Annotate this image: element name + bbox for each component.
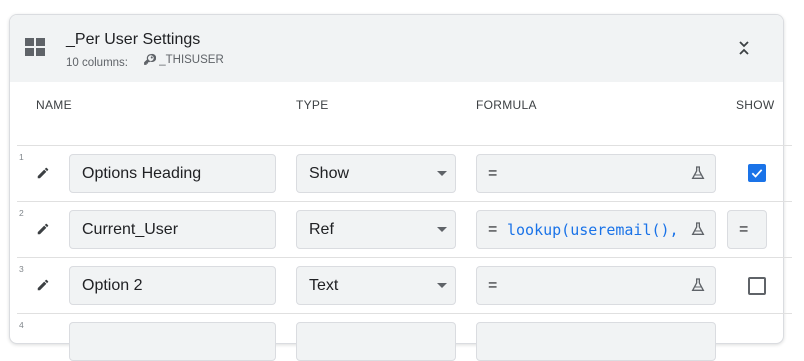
table-subtitle: 10 columns: _THISUSER xyxy=(66,53,224,70)
row-number: 1 xyxy=(19,152,24,162)
column-header-show: SHOW xyxy=(736,98,775,112)
key-icon xyxy=(144,53,157,65)
row-number: 3 xyxy=(19,264,24,274)
pencil-icon[interactable] xyxy=(36,166,50,180)
show-checkbox-checked[interactable] xyxy=(748,164,766,182)
column-type-select[interactable]: Show xyxy=(296,154,456,193)
pencil-icon[interactable] xyxy=(36,278,50,292)
column-name-input[interactable]: Current_User xyxy=(69,210,276,249)
column-name-input[interactable]: Options Heading xyxy=(69,154,276,193)
chevron-collapse-icon xyxy=(739,41,749,55)
column-type-select[interactable]: Ref xyxy=(296,210,456,249)
formula-equals: = xyxy=(488,277,498,294)
dropdown-arrow-icon xyxy=(437,283,447,288)
row-divider xyxy=(17,201,792,202)
column-type-value: Show xyxy=(309,165,350,182)
formula-equals: = xyxy=(488,165,498,182)
column-header-name: NAME xyxy=(36,98,72,112)
formula-equals: = xyxy=(488,221,498,238)
table-title: _Per User Settings xyxy=(66,31,201,48)
formula-input[interactable]: = lookup(useremail(), xyxy=(476,210,716,249)
column-type-value: Ref xyxy=(309,221,334,238)
row-number: 2 xyxy=(19,208,24,218)
formula-expression: lookup(useremail(), xyxy=(507,221,679,239)
show-checkbox-unchecked[interactable] xyxy=(748,277,766,295)
column-type-select[interactable]: Text xyxy=(296,266,456,305)
row-divider xyxy=(17,257,792,258)
table-grid-icon xyxy=(25,38,46,56)
column-header-type: TYPE xyxy=(296,98,329,112)
flask-icon[interactable] xyxy=(690,277,706,293)
column-name-input[interactable]: Option 2 xyxy=(69,266,276,305)
collapse-button[interactable] xyxy=(737,39,751,57)
dropdown-arrow-icon xyxy=(437,171,447,176)
key-column: _THISUSER xyxy=(143,53,224,66)
row-number: 4 xyxy=(19,320,24,330)
table-header[interactable]: _Per User Settings 10 columns: _THISUSER xyxy=(10,15,783,82)
show-formula-input[interactable]: = xyxy=(727,210,767,249)
formula-input[interactable]: = xyxy=(476,266,716,305)
column-header-formula: FORMULA xyxy=(476,98,537,112)
row-divider xyxy=(17,313,792,314)
formula-input[interactable]: = xyxy=(476,154,716,193)
dropdown-arrow-icon xyxy=(437,227,447,232)
flask-icon[interactable] xyxy=(690,221,706,237)
flask-icon[interactable] xyxy=(690,165,706,181)
row-divider xyxy=(17,145,792,146)
checkmark-icon xyxy=(751,169,763,178)
columns-count: 10 columns: xyxy=(66,57,129,69)
pencil-icon[interactable] xyxy=(36,222,50,236)
column-type-value: Text xyxy=(309,277,339,294)
key-column-name: _THISUSER xyxy=(159,53,224,66)
